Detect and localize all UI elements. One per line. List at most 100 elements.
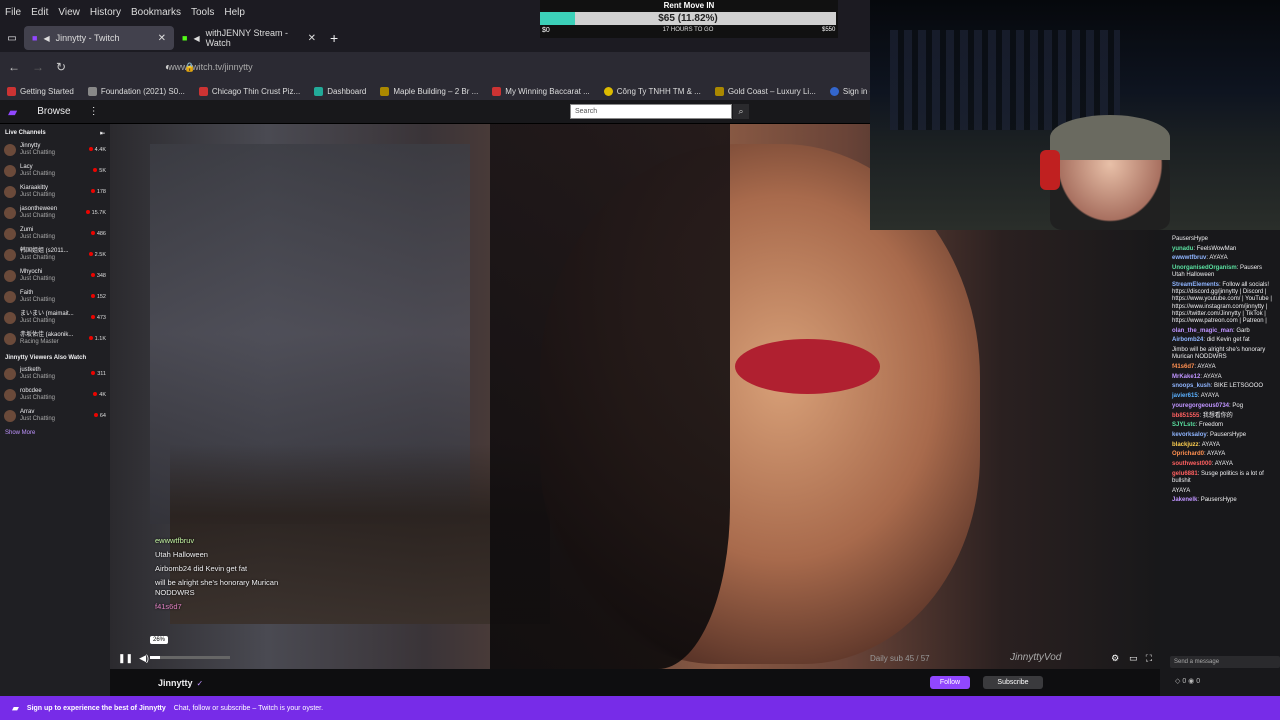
chat-username[interactable]: MrKake12	[1172, 374, 1200, 380]
lock-icon[interactable]: 🔒	[184, 62, 195, 73]
chat-username[interactable]: Airbomb24	[1172, 337, 1203, 343]
audio-icon[interactable]: ◀	[43, 34, 49, 43]
sidebar-channel[interactable]: jasontheween Just Chatting 15.7K	[0, 202, 110, 223]
pause-icon[interactable]: ❚❚	[118, 653, 133, 664]
browse-link[interactable]: Browse	[37, 106, 70, 117]
sidebar-channel[interactable]: Kiaraakitty Just Chatting 178	[0, 181, 110, 202]
channel-meta: Faith Just Chatting	[20, 290, 87, 304]
sidebar-channel[interactable]: Arrav Just Chatting 64	[0, 405, 110, 426]
chat-username[interactable]: yunadu	[1172, 246, 1193, 252]
chat-message: bb851555: 我想看你的	[1172, 412, 1233, 419]
sidebar-channel[interactable]: まいまい (maimait... Just Chatting 473	[0, 307, 110, 328]
bookmark-item[interactable]: Maple Building – 2 Br ...	[373, 86, 485, 96]
signup-banner[interactable]: ▰ Sign up to experience the best of Jinn…	[0, 696, 1280, 720]
audio-icon[interactable]: ◀	[193, 34, 199, 43]
chat-username[interactable]: snoops_kush	[1172, 383, 1211, 389]
search-input[interactable]: Search	[570, 104, 732, 119]
bookmarks-bar: Getting Started Foundation (2021) S0... …	[0, 82, 870, 100]
channel-category: Just Chatting	[20, 170, 56, 177]
show-more-link[interactable]: Show More	[0, 426, 110, 440]
chat-username[interactable]: f41s6d7	[1172, 364, 1194, 370]
menu-file[interactable]: File	[0, 7, 26, 18]
menu-tools[interactable]: Tools	[186, 7, 219, 18]
chat-username[interactable]: StreamElements	[1172, 282, 1219, 288]
overlay-chat-line: Airbomb24 did Kevin get fat	[155, 564, 248, 573]
bookmark-item[interactable]: Gold Coast – Luxury Li...	[708, 86, 823, 96]
sidebar-channel[interactable]: justketh Just Chatting 311	[0, 363, 110, 384]
chat-username[interactable]: gelu6881	[1172, 471, 1198, 477]
menu-bookmarks[interactable]: Bookmarks	[126, 7, 186, 18]
webcam-city-skyline	[890, 30, 1120, 130]
player-controls: ❚❚ ◀) ⚙ ▭ ⛶	[110, 650, 1160, 666]
chat-text: Jimbo will be alright she's honorary Mur…	[1172, 347, 1266, 361]
sub-goal-text: Daily sub 45 / 57	[870, 654, 930, 663]
section-title: Live Channels	[5, 130, 46, 136]
forward-icon[interactable]: →	[32, 60, 44, 74]
subscribe-button[interactable]: Subscribe	[983, 676, 1043, 689]
twitch-logo-icon[interactable]: ▰	[8, 105, 17, 119]
chat-input[interactable]: Send a message	[1170, 656, 1280, 668]
close-tab-icon[interactable]: ✕	[158, 33, 166, 44]
tab-withjenny[interactable]: ■ ◀ withJENNY Stream - Watch ✕	[174, 26, 324, 50]
back-icon[interactable]: ←	[8, 60, 20, 74]
live-dot-icon	[90, 293, 95, 298]
settings-icon[interactable]: ⚙	[1111, 653, 1119, 664]
url-bar[interactable]: www.twitch.tv/jinnytty	[168, 62, 253, 72]
channel-category: Just Chatting	[20, 254, 56, 261]
volume-icon[interactable]: ◀)	[139, 653, 149, 664]
chat-username[interactable]: UnorganisedOrganism	[1172, 265, 1237, 271]
sidebar-channel[interactable]: Zumi Just Chatting 486	[0, 223, 110, 244]
tab-jinnytty[interactable]: ■ ◀ Jinnytty - Twitch ✕	[24, 26, 174, 50]
menu-history[interactable]: History	[85, 7, 126, 18]
chat-text: AYAYA	[1209, 255, 1228, 262]
bookmark-item[interactable]: Dashboard	[307, 86, 373, 96]
banner-subtitle: Chat, follow or subscribe – Twitch is yo…	[173, 704, 324, 712]
chat-username[interactable]: olan_the_magic_man	[1172, 328, 1233, 334]
bookmark-item[interactable]: Công Ty TNHH TM & ...	[597, 86, 708, 96]
chat-username[interactable]: Oprichard0	[1172, 451, 1204, 457]
chat-username[interactable]: southwest000	[1172, 461, 1212, 467]
menu-view[interactable]: View	[53, 7, 85, 18]
channel-meta: Arrav Just Chatting	[20, 409, 90, 423]
chat-username[interactable]: javier615	[1172, 393, 1198, 399]
sidebar-channel[interactable]: Mhyochi Just Chatting 348	[0, 265, 110, 286]
chat-username[interactable]: kevorksaloy	[1172, 432, 1207, 438]
chat-username[interactable]: ewwwtfbruv	[1172, 255, 1206, 261]
sidebar-channel[interactable]: robcdee Just Chatting 4K	[0, 384, 110, 405]
channel-meta: Zumi Just Chatting	[20, 227, 87, 241]
bookmark-item[interactable]: Chicago Thin Crust Piz...	[192, 86, 307, 96]
bookmark-item[interactable]: Sign in - Drea	[823, 86, 870, 96]
close-tab-icon[interactable]: ✕	[308, 33, 316, 44]
chat-username[interactable]: SJYLstc	[1172, 422, 1196, 428]
menu-help[interactable]: Help	[219, 7, 250, 18]
shield-icon[interactable]: ◐	[165, 62, 171, 73]
chat-username[interactable]: Jakenelk	[1172, 497, 1197, 503]
chat-points-icon[interactable]: ◇ 0 ◉ 0	[1175, 677, 1200, 685]
collapse-icon[interactable]: ⇤	[100, 130, 105, 137]
fullscreen-icon[interactable]: ⛶	[1146, 653, 1152, 664]
chat-username[interactable]: blackjuzz	[1172, 442, 1199, 448]
tab-overview-icon[interactable]: ▭	[0, 33, 24, 44]
viewer-count-value: 15.7K	[91, 209, 106, 216]
sidebar-channel[interactable]: 赤坂佑佳 (akaonik... Racing Master 1.1K	[0, 328, 110, 349]
sidebar-channel[interactable]: Faith Just Chatting 152	[0, 286, 110, 307]
new-tab-icon[interactable]: +	[330, 30, 338, 46]
chat-username[interactable]: youregorgeous0734	[1172, 403, 1229, 409]
sidebar-channel[interactable]: Lacy Just Chatting 5K	[0, 160, 110, 181]
reload-icon[interactable]: ↻	[56, 60, 66, 74]
search-icon[interactable]: ⌕	[733, 104, 749, 119]
chat-username[interactable]: bb851555	[1172, 413, 1199, 419]
bookmark-item[interactable]: Getting Started	[0, 86, 81, 96]
sidebar-channel[interactable]: 韩国姐姐 (s2011... Just Chatting 2.5K	[0, 244, 110, 265]
bookmark-item[interactable]: Foundation (2021) S0...	[81, 86, 192, 96]
channel-category: Just Chatting	[20, 394, 56, 401]
menu-edit[interactable]: Edit	[26, 7, 53, 18]
more-icon[interactable]: ⋮	[89, 106, 99, 117]
follow-button[interactable]: Follow	[930, 676, 970, 689]
channel-name[interactable]: Jinnytty	[158, 678, 193, 688]
channel-category: Just Chatting	[20, 149, 56, 156]
viewer-count-value: 178	[96, 188, 106, 195]
bookmark-item[interactable]: My Winning Baccarat ...	[485, 86, 596, 96]
theatre-mode-icon[interactable]: ▭	[1129, 653, 1138, 664]
sidebar-channel[interactable]: Jinnytty Just Chatting 4.4K	[0, 139, 110, 160]
